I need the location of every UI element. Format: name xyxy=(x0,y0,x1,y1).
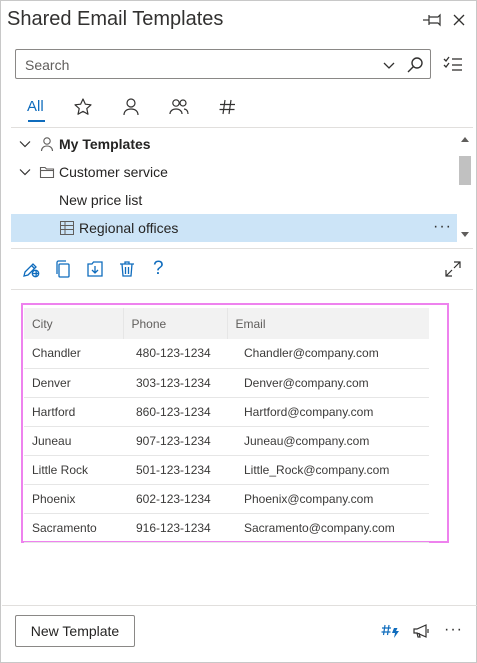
tree-item-label: My Templates xyxy=(59,136,151,152)
more-options-button[interactable]: ··· xyxy=(433,218,452,236)
delete-icon[interactable] xyxy=(117,259,137,279)
cell-email: Juneau@company.com xyxy=(227,426,429,456)
table-row: Sacramento 916-123-1234 Sacramento@company… xyxy=(24,513,429,543)
table-row: Chandler 480-123-1234 Chandler@company.com xyxy=(24,339,429,369)
cell-email: Phoenix@company.com xyxy=(227,484,429,514)
tree-item-my-templates[interactable]: My Templates xyxy=(11,130,457,158)
table-header-row: City Phone Email xyxy=(24,308,429,339)
cell-city: Juneau xyxy=(24,426,123,456)
copy-icon[interactable] xyxy=(53,259,73,279)
divider xyxy=(11,289,473,290)
new-template-button[interactable]: New Template xyxy=(15,615,135,647)
scroll-thumb[interactable] xyxy=(459,156,471,185)
tree-item-label: New price list xyxy=(59,192,143,208)
edit-icon[interactable] xyxy=(21,259,41,279)
cell-phone: 501-123-1234 xyxy=(123,455,227,485)
people-icon[interactable] xyxy=(169,97,189,117)
scroll-up-icon[interactable] xyxy=(461,136,469,142)
tree-item-label: Regional offices xyxy=(79,220,179,236)
expand-icon[interactable] xyxy=(443,259,463,279)
divider xyxy=(2,605,477,606)
table-row: Denver 303-123-1234 Denver@company.com xyxy=(24,368,429,398)
tree-item-label: Customer service xyxy=(59,164,168,180)
cell-email: Sacramento@company.com xyxy=(227,513,429,543)
column-header-phone: Phone xyxy=(122,308,227,339)
star-icon[interactable] xyxy=(73,97,93,117)
cell-email: Little_Rock@company.com xyxy=(227,455,429,485)
table-row: Juneau 907-123-1234 Juneau@company.com xyxy=(24,426,429,456)
cell-phone: 860-123-1234 xyxy=(123,397,227,427)
folder-icon xyxy=(39,164,55,180)
cell-city: Phoenix xyxy=(24,484,123,514)
column-header-city: City xyxy=(24,308,123,339)
templates-pane: Shared Email Templates All xyxy=(0,0,477,663)
tree-scrollbar[interactable] xyxy=(457,134,473,241)
cell-phone: 907-123-1234 xyxy=(123,426,227,456)
help-icon[interactable]: ? xyxy=(149,258,169,279)
table-row: Hartford 860-123-1234 Hartford@company.com xyxy=(24,397,429,427)
table-icon xyxy=(59,220,75,236)
help-label: ? xyxy=(153,258,164,279)
cell-city: Sacramento xyxy=(24,513,123,543)
tree-item-regional-offices[interactable]: Regional offices ··· xyxy=(11,214,457,242)
template-preview: City Phone Email Chandler 480-123-1234 Cha… xyxy=(21,303,449,543)
cell-phone: 303-123-1234 xyxy=(123,368,227,398)
chevron-down-icon[interactable] xyxy=(19,138,31,150)
preview-table: City Phone Email Chandler 480-123-1234 Cha… xyxy=(24,308,429,543)
cell-city: Chandler xyxy=(24,339,123,369)
search-icon[interactable] xyxy=(406,56,424,74)
cell-city: Hartford xyxy=(24,397,123,427)
search-input[interactable] xyxy=(25,56,365,74)
column-header-email: Email xyxy=(226,308,429,339)
pane-title: Shared Email Templates xyxy=(7,8,224,30)
cell-phone: 602-123-1234 xyxy=(123,484,227,514)
insert-icon[interactable] xyxy=(85,259,105,279)
divider xyxy=(11,127,473,128)
more-options-button[interactable]: ··· xyxy=(444,621,463,639)
tree-item-customer-service[interactable]: Customer service xyxy=(11,158,457,186)
filter-list-icon[interactable] xyxy=(442,54,464,74)
tree-item-new-price-list[interactable]: New price list xyxy=(11,186,457,214)
cell-phone: 480-123-1234 xyxy=(123,339,227,369)
cell-email: Chandler@company.com xyxy=(227,339,429,369)
table-row: Little Rock 501-123-1234 Little_Rock@compa… xyxy=(24,455,429,485)
table-row: Phoenix 602-123-1234 Phoenix@company.com xyxy=(24,484,429,514)
tab-all[interactable]: All xyxy=(27,98,44,115)
cell-phone: 916-123-1234 xyxy=(123,513,227,543)
close-icon[interactable] xyxy=(449,11,469,29)
search-box xyxy=(15,49,431,79)
scroll-down-icon[interactable] xyxy=(461,232,469,238)
person-icon xyxy=(39,136,55,152)
macro-icon[interactable] xyxy=(381,622,401,640)
cell-city: Little Rock xyxy=(24,455,123,485)
cell-email: Denver@company.com xyxy=(227,368,429,398)
divider xyxy=(11,248,473,249)
chevron-down-icon[interactable] xyxy=(382,58,396,72)
pin-icon[interactable] xyxy=(421,11,445,29)
cell-city: Denver xyxy=(24,368,123,398)
active-tab-indicator xyxy=(28,120,45,122)
hash-icon[interactable] xyxy=(217,97,237,117)
cell-email: Hartford@company.com xyxy=(227,397,429,427)
chevron-down-icon[interactable] xyxy=(19,166,31,178)
person-icon[interactable] xyxy=(121,97,141,117)
announce-icon[interactable] xyxy=(412,622,432,640)
